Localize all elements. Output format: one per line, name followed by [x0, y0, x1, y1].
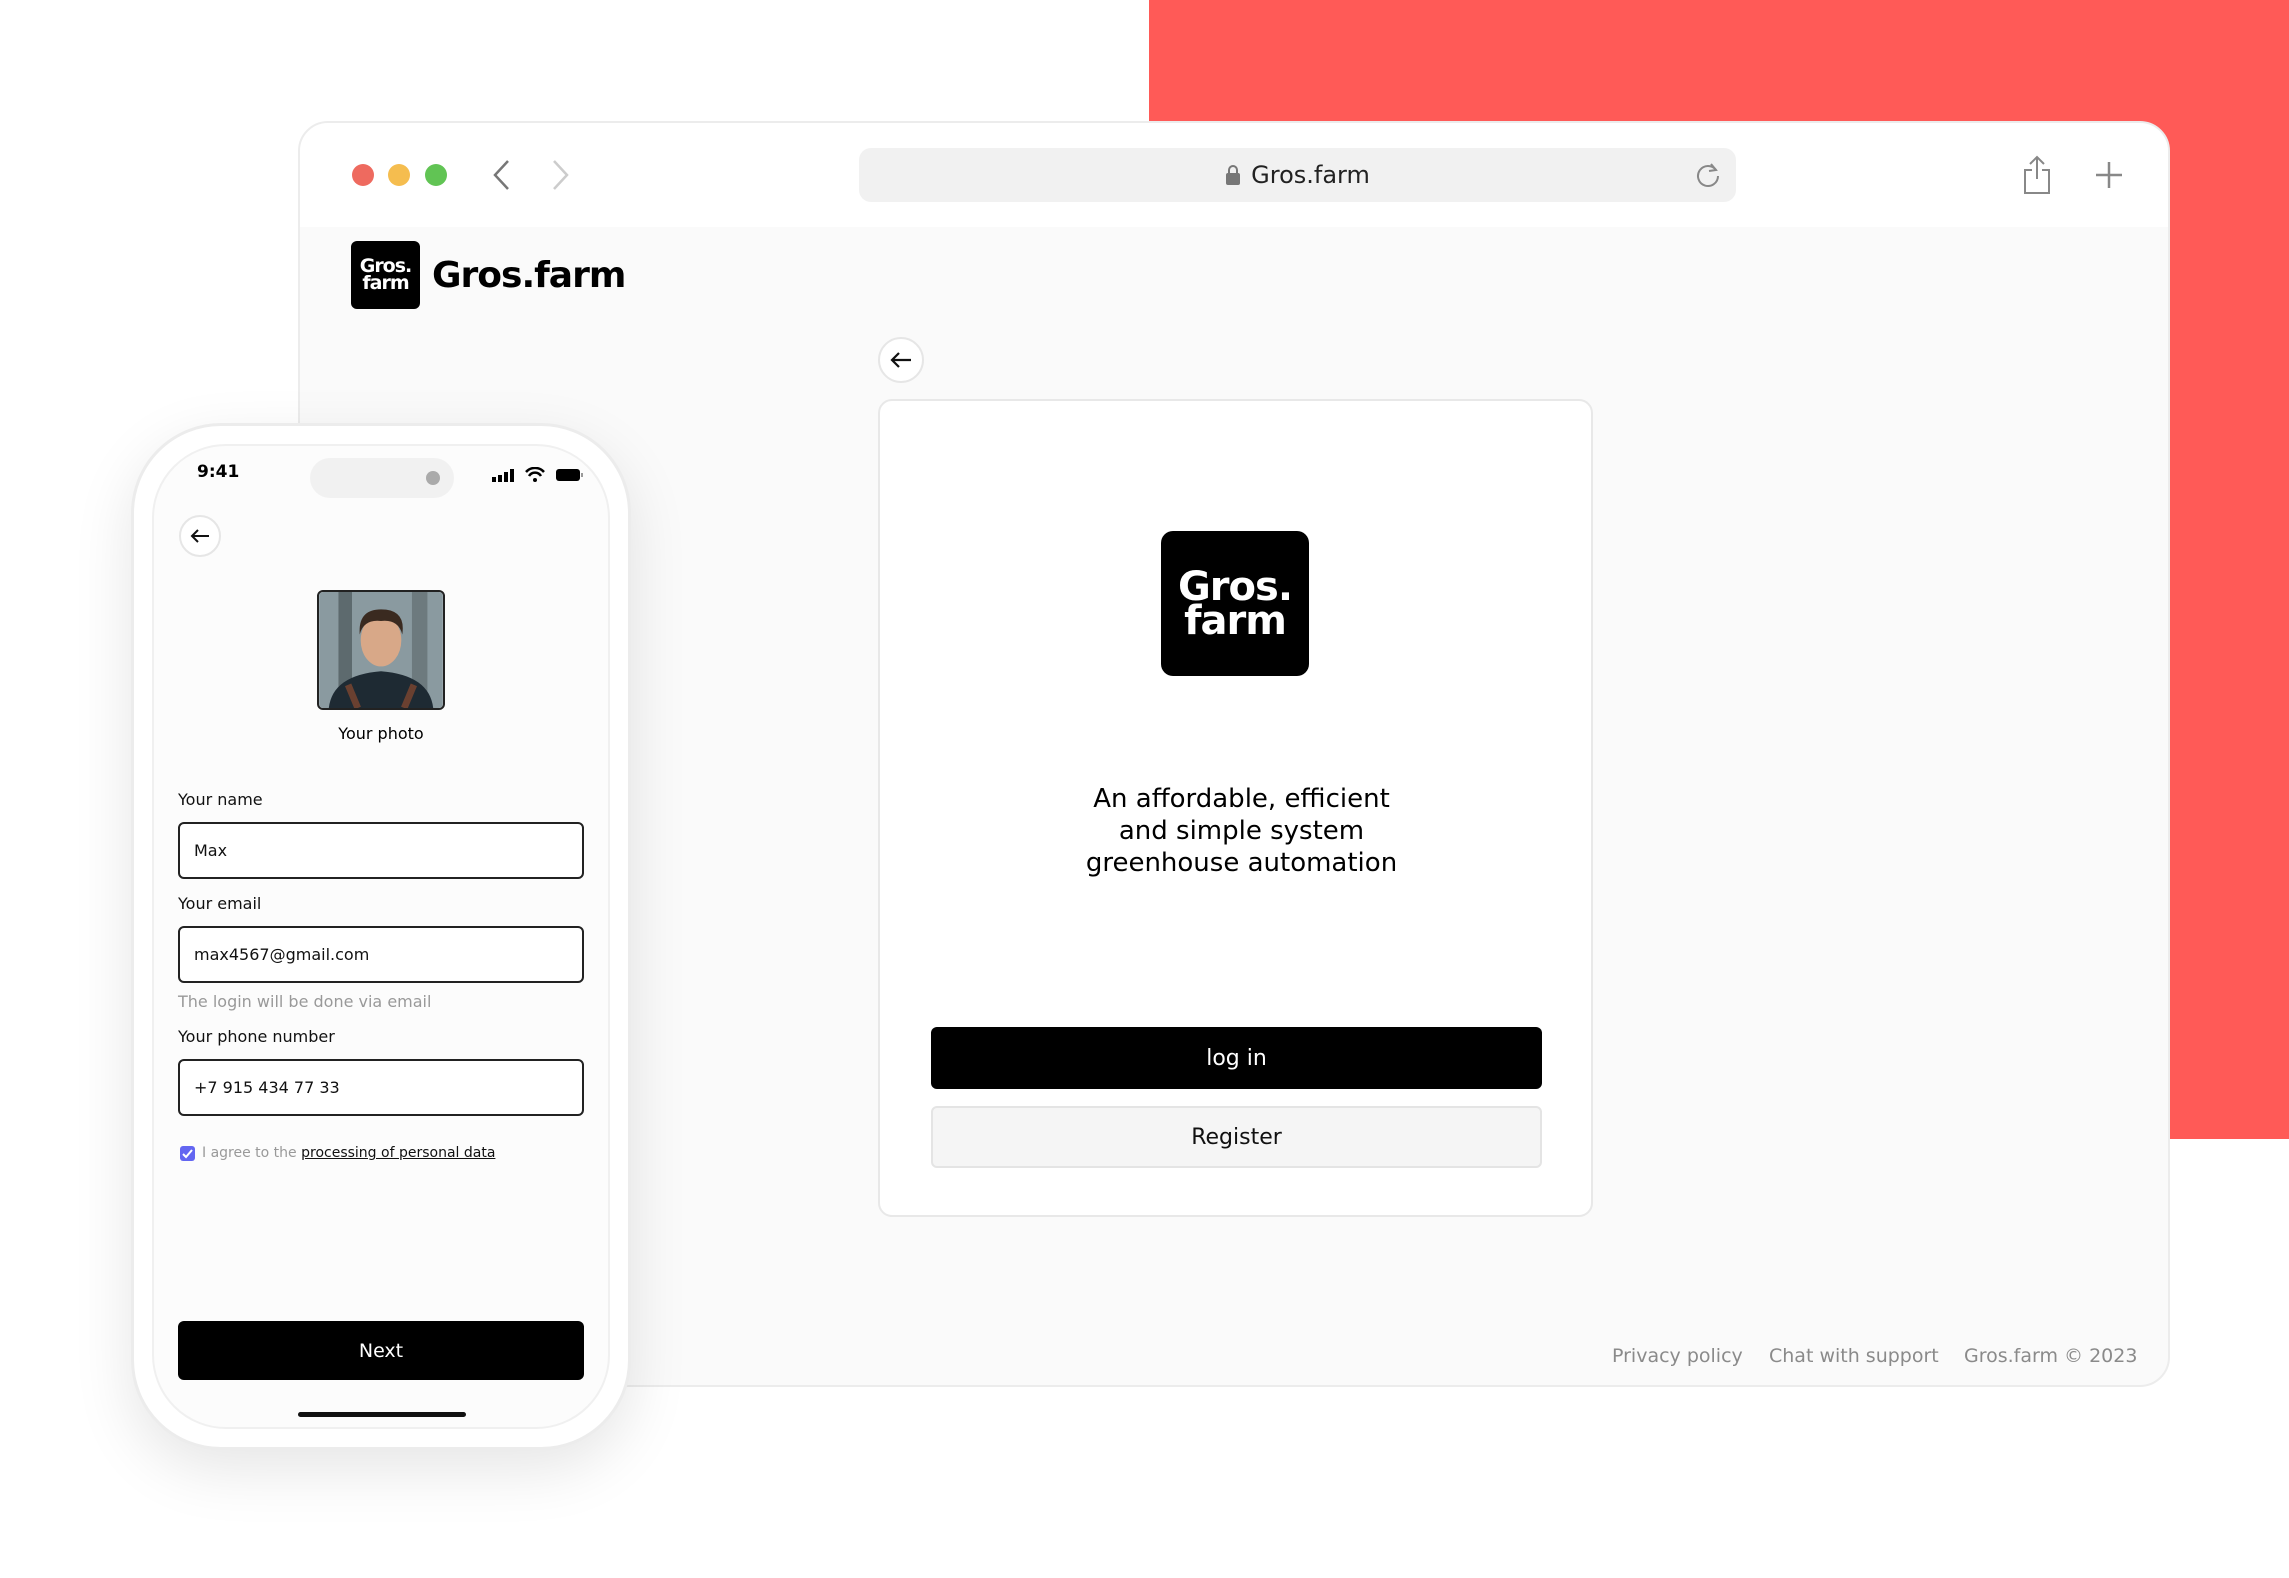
logo: Gros. farm — [1161, 531, 1309, 676]
arrow-left-icon — [890, 352, 911, 368]
minimize-window-button[interactable] — [388, 164, 410, 186]
tagline: An affordable, efficient and simple syste… — [1085, 784, 1398, 878]
email-label: Your email — [178, 894, 262, 913]
email-input[interactable]: max4567@gmail.com — [178, 926, 584, 983]
personal-data-link[interactable]: processing of personal data — [301, 1145, 495, 1161]
dynamic-island — [310, 458, 454, 498]
user-photo[interactable] — [317, 590, 445, 710]
close-window-button[interactable] — [352, 164, 374, 186]
consent-checkbox[interactable] — [180, 1146, 195, 1161]
register-button[interactable]: Register — [931, 1106, 1542, 1168]
share-icon[interactable] — [2022, 155, 2052, 195]
brand-name: Gros.farm — [432, 254, 626, 296]
privacy-policy-link[interactable]: Privacy policy — [1612, 1345, 1743, 1367]
photo-label: Your photo — [338, 724, 424, 743]
signal-icon — [492, 469, 514, 482]
arrow-left-icon — [190, 529, 209, 543]
check-icon — [182, 1149, 193, 1159]
status-time: 9:41 — [197, 462, 240, 482]
status-icons — [492, 467, 583, 482]
login-button[interactable]: log in — [931, 1027, 1542, 1089]
chevron-right-icon[interactable] — [548, 159, 572, 191]
browser-toolbar: Gros.farm — [300, 123, 2168, 227]
phone-input[interactable]: +7 915 434 77 33 — [178, 1059, 584, 1116]
chat-support-link[interactable]: Chat with support — [1769, 1345, 1939, 1367]
url-text: Gros.farm — [1251, 161, 1370, 189]
copyright: Gros.farm © 2023 — [1964, 1345, 2138, 1367]
battery-icon — [556, 469, 583, 481]
next-button[interactable]: Next — [178, 1321, 584, 1380]
phone-label: Your phone number — [178, 1027, 335, 1046]
back-button[interactable] — [878, 337, 924, 383]
phone-back-button[interactable] — [179, 515, 221, 557]
site-brand[interactable]: Gros. farm Gros.farm — [351, 241, 626, 309]
chevron-left-icon[interactable] — [490, 159, 514, 191]
name-input[interactable]: Max — [178, 822, 584, 879]
logo: Gros. farm — [351, 241, 420, 309]
plus-icon[interactable] — [2095, 161, 2123, 189]
home-indicator — [298, 1412, 466, 1417]
auth-card: Gros. farm An affordable, efficient and si… — [878, 399, 1593, 1217]
lock-icon — [1226, 165, 1241, 185]
address-bar[interactable]: Gros.farm — [859, 148, 1736, 202]
consent-text: I agree to the processing of personal da… — [202, 1145, 496, 1161]
email-hint: The login will be done via email — [178, 992, 432, 1011]
maximize-window-button[interactable] — [425, 164, 447, 186]
wifi-icon — [525, 467, 545, 482]
reload-icon[interactable] — [1694, 160, 1722, 188]
name-label: Your name — [178, 790, 263, 809]
